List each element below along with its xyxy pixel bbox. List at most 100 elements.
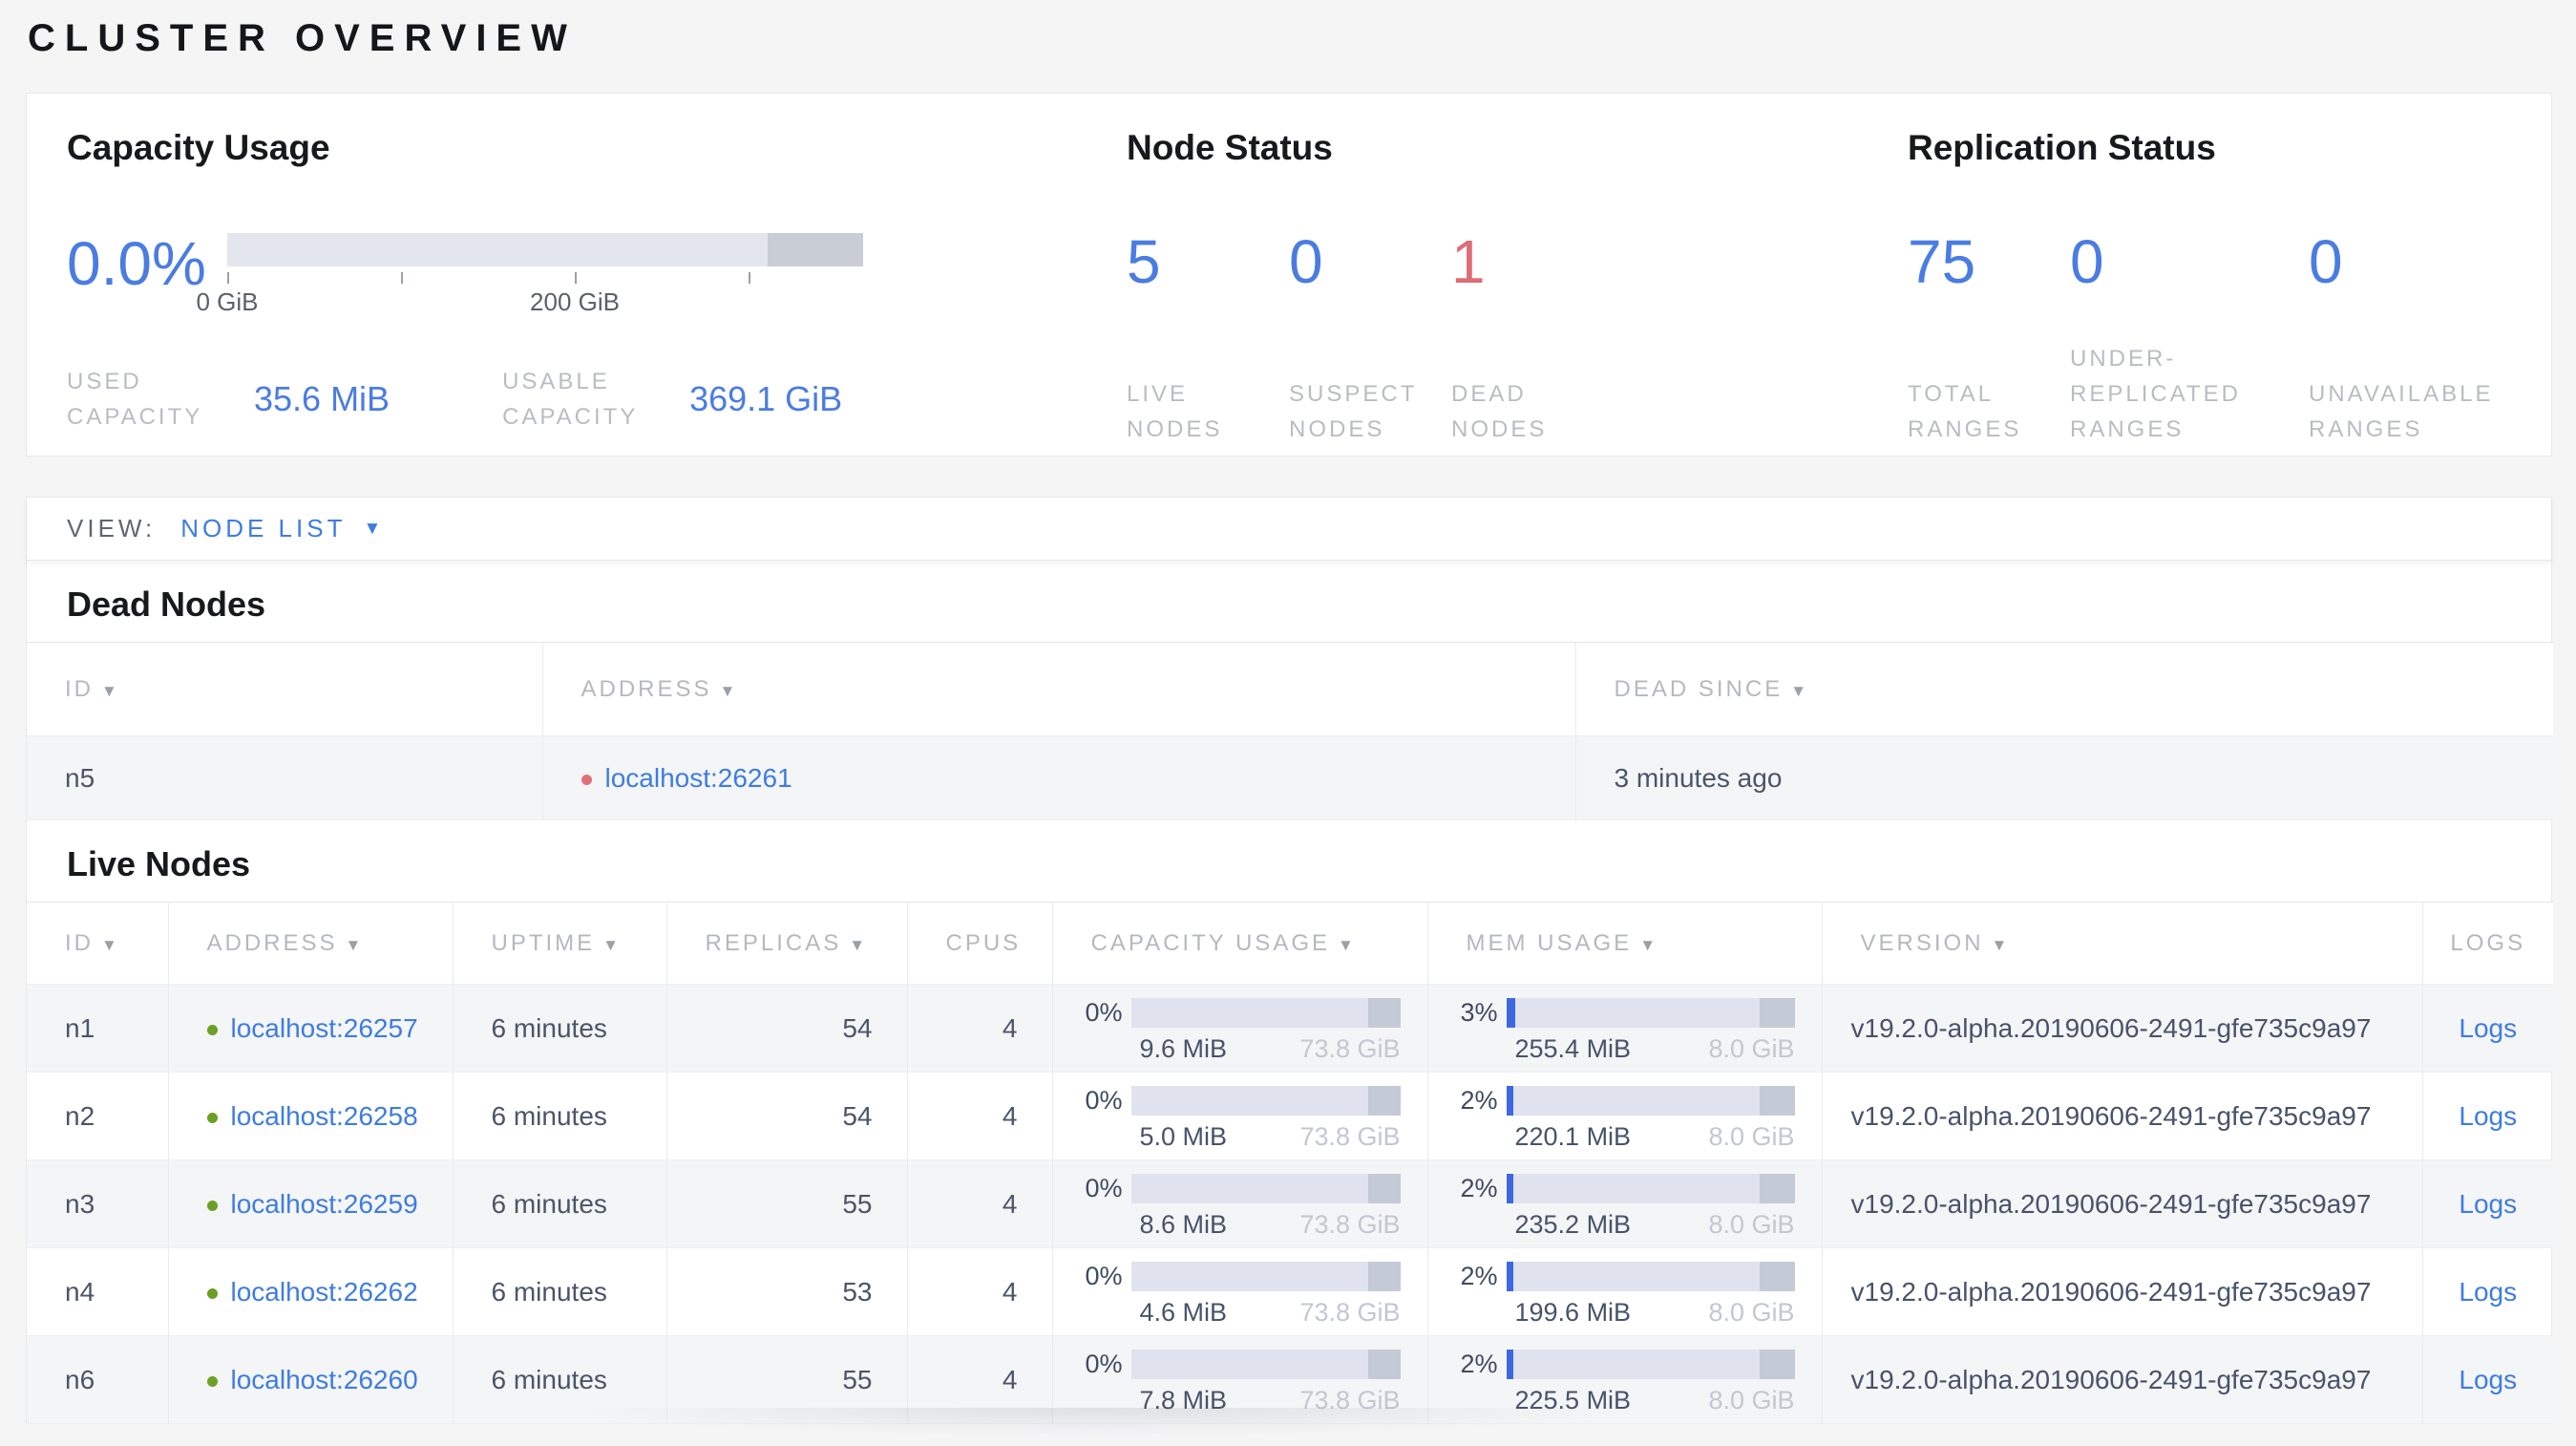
mem-used-value: 225.5 MiB — [1514, 1386, 1632, 1414]
dead-col-address[interactable]: ADDRESS ▼ — [541, 642, 1575, 736]
live-nodes-label: LIVE NODES — [1127, 381, 1223, 442]
sort-desc-icon: ▼ — [1991, 935, 2011, 954]
mem-total-value: 8.0 GiB — [1708, 1034, 1795, 1063]
logs-cell: Logs — [2421, 1159, 2553, 1248]
version-cell: v19.2.0-alpha.20190606-2491-gfe735c9a97 — [1821, 1335, 2422, 1424]
live-col-id[interactable]: ID ▼ — [27, 902, 168, 985]
sort-desc-icon: ▼ — [101, 935, 120, 954]
node-address-link[interactable]: localhost:26257 — [231, 1013, 418, 1043]
logs-cell: Logs — [2421, 1247, 2553, 1336]
cluster-overview-page: CLUSTER OVERVIEW Capacity Usage 0.0% 0 G… — [0, 0, 2576, 1446]
logs-link[interactable]: Logs — [2459, 1013, 2517, 1043]
live-col-capacity-usage[interactable]: CAPACITY USAGE ▼ — [1051, 902, 1427, 985]
capacity-total-value: 73.8 GiB — [1299, 1298, 1401, 1327]
capacity-total-value: 73.8 GiB — [1299, 1386, 1401, 1414]
mem-total-value: 8.0 GiB — [1708, 1210, 1795, 1239]
total-ranges-count: 75 — [1908, 227, 1976, 296]
dead-nodes-table: ID ▼ ADDRESS ▼ DEAD SINCE ▼ n5 localhost:26… — [27, 642, 2553, 820]
dead-col-dead-since[interactable]: DEAD SINCE ▼ — [1574, 642, 2553, 736]
dead-col-id[interactable]: ID ▼ — [27, 642, 542, 736]
live-nodes-metric: 5 LIVE NODES — [1127, 229, 1289, 447]
node-address-link[interactable]: localhost:26259 — [231, 1189, 418, 1219]
sort-desc-icon: ▼ — [719, 681, 739, 700]
live-node-dot — [206, 1200, 218, 1211]
node-address-link[interactable]: localhost:26258 — [231, 1101, 418, 1131]
axis-label-200: 200 GiB — [530, 287, 620, 316]
replication-status-section: Replication Status 75 TOTAL RANGES 0 UND… — [1908, 128, 2551, 456]
chevron-down-icon: ▼ — [363, 518, 386, 539]
logs-link[interactable]: Logs — [2459, 1365, 2517, 1394]
under-replicated-metric: 0 UNDER- REPLICATED RANGES — [2070, 229, 2309, 447]
mem-mini-bar — [1506, 998, 1795, 1028]
replication-status-heading: Replication Status — [1908, 128, 2216, 167]
cpus-cell: 4 — [906, 984, 1052, 1073]
node-address-link[interactable]: localhost:26261 — [605, 763, 792, 793]
node-id-cell: n1 — [65, 1012, 95, 1043]
capacity-mini-bar — [1130, 1350, 1401, 1379]
node-id-cell: n3 — [65, 1188, 95, 1219]
usable-capacity-value: 369.1 GiB — [689, 379, 843, 418]
capacity-bar-reserved-segment — [1367, 1350, 1401, 1379]
node-address-cell: localhost:26257 — [167, 984, 453, 1073]
cpus-cell: 4 — [906, 1247, 1052, 1336]
capacity-usage-cell: 0% 4.6 MiB 73.8 GiB — [1051, 1247, 1427, 1336]
view-label: VIEW: — [67, 514, 157, 542]
cpus-cell: 4 — [906, 1072, 1052, 1160]
live-node-dot — [206, 1375, 218, 1387]
node-address-link[interactable]: localhost:26260 — [231, 1365, 418, 1394]
mem-bar-reserved-segment — [1760, 1350, 1795, 1379]
capacity-used-value: 8.6 MiB — [1139, 1210, 1228, 1239]
live-col-address[interactable]: ADDRESS ▼ — [167, 902, 453, 985]
logs-link[interactable]: Logs — [2459, 1101, 2517, 1131]
live-col-uptime[interactable]: UPTIME ▼ — [452, 902, 666, 985]
capacity-bar-reserved-segment — [1367, 1262, 1401, 1291]
capacity-mini-bar — [1130, 998, 1401, 1028]
mem-percent: 2% — [1460, 1086, 1498, 1115]
capacity-bar: 0 GiB 200 GiB — [196, 233, 863, 316]
mem-usage-cell: 2% 235.2 MiB 8.0 GiB — [1426, 1159, 1822, 1248]
view-bar: VIEW: NODE LIST ▼ — [27, 498, 2551, 561]
dead-nodes-label: DEAD NODES — [1451, 381, 1548, 442]
axis-label-0: 0 GiB — [196, 287, 259, 316]
live-node-row: n6 localhost:26260 6 minutes 55 4 0% 7.8… — [27, 1335, 2553, 1424]
node-address-link[interactable]: localhost:26262 — [231, 1277, 418, 1307]
unavailable-ranges-label: UNAVAILABLE RANGES — [2309, 381, 2494, 442]
mem-bar-reserved-segment — [1760, 1262, 1795, 1291]
capacity-usage-section: Capacity Usage 0.0% 0 GiB 200 GiB USED C… — [27, 128, 1127, 456]
mem-percent: 2% — [1460, 1174, 1498, 1202]
mem-percent: 2% — [1460, 1262, 1498, 1290]
sort-desc-icon: ▼ — [345, 935, 365, 954]
live-node-dot — [206, 1112, 218, 1123]
logs-cell: Logs — [2421, 1072, 2553, 1160]
live-col-cpus: CPUS — [906, 902, 1052, 985]
live-col-replicas[interactable]: REPLICAS ▼ — [665, 902, 907, 985]
dead-since-cell: 3 minutes ago — [1574, 735, 2553, 820]
logs-link[interactable]: Logs — [2459, 1189, 2517, 1219]
uptime-cell: 6 minutes — [452, 1247, 666, 1336]
logs-link[interactable]: Logs — [2459, 1277, 2517, 1307]
uptime-cell: 6 minutes — [452, 984, 666, 1073]
dead-nodes-count: 1 — [1451, 227, 1486, 296]
capacity-usage-cell: 0% 5.0 MiB 73.8 GiB — [1051, 1072, 1427, 1160]
node-address-cell: localhost:26260 — [167, 1335, 453, 1424]
replicas-cell: 54 — [665, 984, 907, 1073]
uptime-cell: 6 minutes — [452, 1335, 666, 1424]
under-replicated-count: 0 — [2070, 227, 2104, 296]
live-col-mem-usage[interactable]: MEM USAGE ▼ — [1426, 902, 1822, 985]
live-nodes-heading: Live Nodes — [67, 844, 251, 883]
sort-desc-icon: ▼ — [602, 935, 622, 954]
mem-bar-fill — [1506, 998, 1515, 1028]
mem-usage-cell: 2% 199.6 MiB 8.0 GiB — [1426, 1247, 1822, 1336]
total-ranges-metric: 75 TOTAL RANGES — [1908, 229, 2070, 447]
live-col-version[interactable]: VERSION ▼ — [1821, 902, 2422, 985]
dead-node-dot — [581, 774, 592, 785]
dead-nodes-heading-block: Dead Nodes — [27, 561, 2551, 642]
live-node-row: n3 localhost:26259 6 minutes 55 4 0% 8.6… — [27, 1159, 2553, 1248]
mem-bar-reserved-segment — [1760, 1086, 1795, 1116]
capacity-used-value: 7.8 MiB — [1139, 1386, 1228, 1414]
capacity-percent: 0% — [1085, 1086, 1123, 1115]
capacity-used-value: 9.6 MiB — [1139, 1034, 1228, 1063]
capacity-usage-heading: Capacity Usage — [67, 128, 330, 167]
view-selector-dropdown[interactable]: NODE LIST ▼ — [180, 514, 385, 543]
mem-bar-reserved-segment — [1760, 1174, 1795, 1203]
